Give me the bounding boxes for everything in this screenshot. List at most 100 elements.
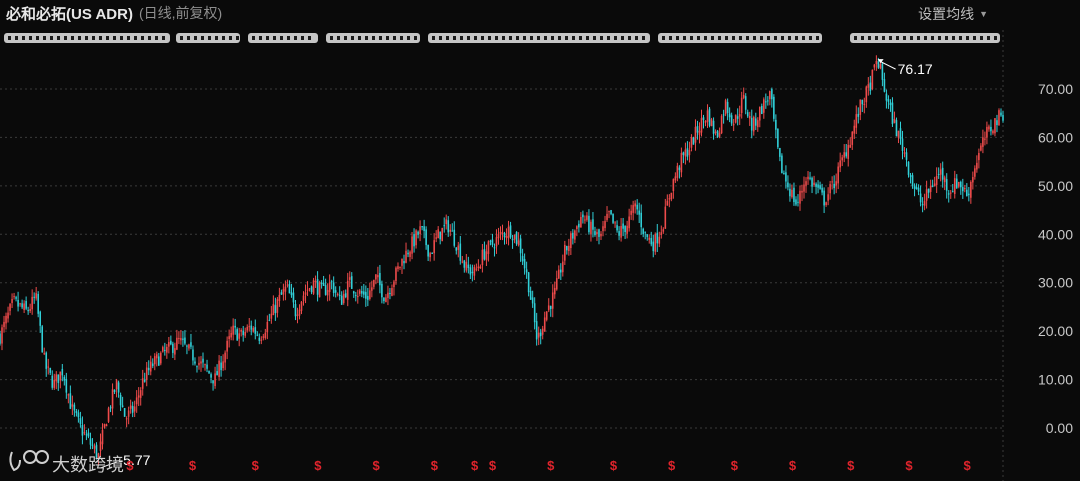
candle-body: [1002, 115, 1004, 121]
candle-body: [988, 126, 990, 130]
candle-body: [141, 378, 144, 389]
candle-body: [899, 128, 902, 139]
candle-body: [385, 297, 387, 303]
event-strip-mark: [155, 36, 158, 40]
dividend-marker[interactable]: $: [471, 458, 479, 473]
candle-body: [809, 177, 811, 179]
dividend-marker[interactable]: $: [668, 458, 676, 473]
futu-bull-logo-icon: [9, 450, 49, 472]
candle-body: [927, 188, 930, 193]
candle-body: [473, 267, 476, 276]
event-strip-mark: [453, 36, 456, 40]
candle-body: [153, 356, 156, 365]
candle-body: [734, 114, 737, 123]
candle-body: [503, 233, 506, 238]
candle-body: [895, 120, 898, 137]
candle-body: [937, 174, 940, 176]
candle-body: [771, 89, 773, 100]
candle-body: [115, 380, 118, 390]
candle-body: [346, 280, 349, 300]
candle-body: [180, 338, 182, 341]
candle-body: [562, 261, 564, 273]
set-moving-average-button[interactable]: 设置均线 ▼: [918, 4, 988, 24]
dividend-marker[interactable]: $: [964, 458, 972, 473]
candle-body: [795, 199, 797, 205]
candle-body: [827, 194, 829, 201]
candle-body: [278, 294, 281, 301]
candle-body: [401, 258, 403, 266]
candle-body: [769, 91, 771, 100]
candle-body: [849, 144, 852, 148]
candle-body: [222, 361, 224, 369]
candle-body: [853, 125, 856, 134]
candle-body: [515, 231, 518, 244]
candle-body: [109, 407, 112, 409]
candle-body: [145, 367, 148, 381]
event-strip-mark: [516, 36, 519, 40]
candle-body: [598, 229, 600, 237]
candle-body: [865, 86, 868, 103]
candle-body: [867, 84, 870, 88]
candle-body: [819, 185, 821, 189]
event-strip-mark: [22, 36, 25, 40]
candle-body: [387, 292, 389, 298]
y-tick-label: 50.00: [1038, 178, 1073, 194]
event-strip-mark: [446, 36, 449, 40]
candle-body: [111, 389, 114, 409]
candle-body: [266, 321, 269, 333]
dividend-marker[interactable]: $: [189, 458, 197, 473]
dividend-marker[interactable]: $: [731, 458, 739, 473]
dividend-marker[interactable]: $: [252, 458, 260, 473]
event-strip-mark: [113, 36, 116, 40]
dividend-marker[interactable]: $: [610, 458, 618, 473]
candles: [0, 55, 1004, 465]
candle-body: [555, 278, 558, 290]
candle-body: [714, 131, 717, 134]
dividend-marker[interactable]: $: [489, 458, 497, 473]
dividend-marker[interactable]: $: [314, 458, 322, 473]
candle-body: [69, 393, 72, 409]
dividend-marker[interactable]: $: [431, 458, 439, 473]
candle-body: [93, 446, 96, 449]
dividend-marker[interactable]: $: [905, 458, 913, 473]
candle-body: [537, 332, 540, 338]
dividend-marker[interactable]: $: [847, 458, 855, 473]
logo: 大数跨境: [9, 450, 124, 475]
candle-body: [873, 64, 876, 68]
candle-body: [125, 418, 128, 420]
candle-body: [61, 368, 64, 376]
candle-body: [284, 286, 287, 292]
logo-text: 大数跨境: [52, 455, 124, 475]
dividend-marker[interactable]: $: [126, 458, 134, 473]
candle-body: [415, 230, 417, 246]
candle-body: [750, 117, 753, 131]
candle-body: [909, 175, 912, 177]
event-strip: [4, 33, 1000, 43]
candle-body: [451, 230, 454, 232]
candle-body: [379, 272, 381, 286]
candle-body: [260, 339, 263, 341]
event-strip-mark: [889, 36, 892, 40]
candle-body: [320, 282, 323, 285]
event-strip-mark: [280, 36, 283, 40]
event-strip-mark: [551, 36, 554, 40]
candle-body: [911, 175, 914, 187]
candle-body: [811, 177, 813, 187]
candle-body: [592, 219, 594, 230]
candle-body: [773, 96, 775, 119]
event-strip-mark: [386, 36, 389, 40]
event-strip-mark: [481, 36, 484, 40]
dividend-marker[interactable]: $: [547, 458, 555, 473]
event-strip-mark: [662, 36, 665, 40]
dividend-marker[interactable]: $: [789, 458, 797, 473]
event-strip-mark: [760, 36, 763, 40]
event-strip-mark: [767, 36, 770, 40]
candle-body: [117, 382, 120, 393]
candle-body: [817, 184, 819, 188]
candlestick-chart[interactable]: 70.0060.0050.0040.0030.0020.0010.000.00 …: [0, 0, 1080, 481]
candle-body: [481, 249, 484, 266]
dividend-marker[interactable]: $: [373, 458, 381, 473]
candle-body: [21, 303, 23, 308]
candle-body: [41, 326, 44, 353]
candle-body: [692, 137, 695, 145]
